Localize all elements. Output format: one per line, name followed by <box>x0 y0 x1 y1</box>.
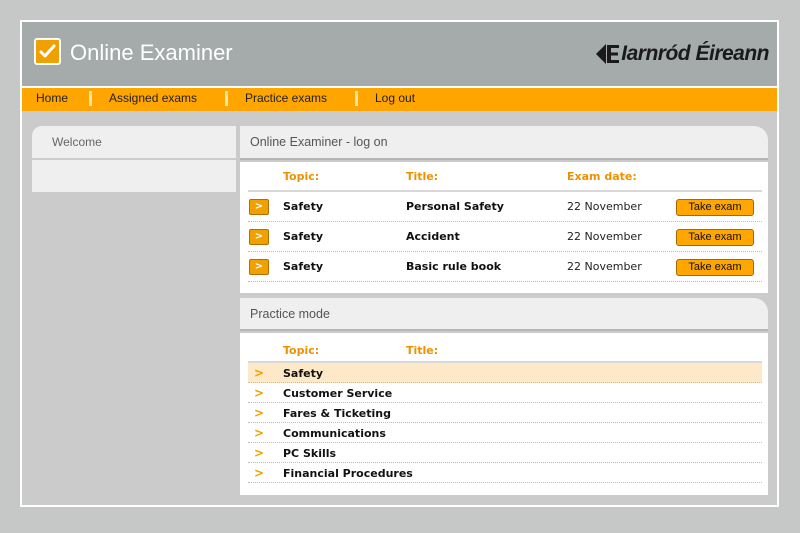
nav-log-out[interactable]: Log out <box>375 91 415 105</box>
practice-topic: Communications <box>283 427 386 440</box>
chevron-right-icon: > <box>254 406 265 420</box>
assigned-panel-header: Online Examiner - log on <box>240 126 768 160</box>
sidebar-welcome: Welcome <box>32 126 236 158</box>
row-date: 22 November <box>567 200 642 213</box>
chevron-right-icon: > <box>254 366 265 380</box>
row-title: Personal Safety <box>406 200 504 213</box>
practice-mode-panel: Topic: Title: > Safety > Customer Servic… <box>240 333 768 495</box>
assigned-table-header: Topic: Title: Exam date: <box>248 162 762 192</box>
col-title: Title: <box>406 170 439 183</box>
take-exam-button[interactable]: Take exam <box>676 199 754 216</box>
col-title: Title: <box>406 344 439 357</box>
practice-topic: Financial Procedures <box>283 467 413 480</box>
nav-separator <box>225 91 228 106</box>
row-title: Basic rule book <box>406 260 502 273</box>
row-date: 22 November <box>567 260 642 273</box>
practice-topic: Fares & Ticketing <box>283 407 391 420</box>
row-topic: Safety <box>283 260 324 273</box>
brand-logo: Iarnród Éireann <box>593 39 769 69</box>
row-date: 22 November <box>567 230 642 243</box>
take-exam-button[interactable]: Take exam <box>676 259 754 276</box>
table-row: > Safety Basic rule book 22 November Tak… <box>248 252 762 282</box>
sidebar-panel <box>32 160 236 192</box>
practice-topic: Customer Service <box>283 387 393 400</box>
row-topic: Safety <box>283 230 324 243</box>
assigned-panel-title: Online Examiner - log on <box>250 135 388 149</box>
chevron-right-icon: > <box>254 466 265 480</box>
practice-panel-header: Practice mode <box>240 298 768 331</box>
nav-home[interactable]: Home <box>36 91 68 105</box>
list-item[interactable]: > Communications <box>248 423 762 443</box>
list-item[interactable]: > Fares & Ticketing <box>248 403 762 423</box>
app-header: Online Examiner Iarnród Éireann <box>22 22 777 86</box>
practice-topic: PC Skills <box>283 447 337 460</box>
nav-separator <box>355 91 358 106</box>
list-item[interactable]: > Customer Service <box>248 383 762 403</box>
take-exam-button[interactable]: Take exam <box>676 229 754 246</box>
app-title: Online Examiner <box>70 40 233 65</box>
brand-name: Iarnród Éireann <box>621 42 769 65</box>
chevron-right-icon: > <box>254 386 265 400</box>
list-item[interactable]: > Safety <box>248 363 762 383</box>
col-topic: Topic: <box>283 170 320 183</box>
list-item[interactable]: > Financial Procedures <box>248 463 762 483</box>
nav-bar: Home Assigned exams Practice exams Log o… <box>22 86 777 111</box>
table-row: > Safety Personal Safety 22 November Tak… <box>248 192 762 222</box>
brand-mark-icon <box>593 41 620 67</box>
row-topic: Safety <box>283 200 324 213</box>
arrow-right-icon[interactable]: > <box>249 229 269 245</box>
chevron-right-icon: > <box>254 446 265 460</box>
table-row: > Safety Accident 22 November Take exam <box>248 222 762 252</box>
col-topic: Topic: <box>283 344 320 357</box>
row-title: Accident <box>406 230 460 243</box>
practice-topic: Safety <box>283 367 324 380</box>
list-item[interactable]: > PC Skills <box>248 443 762 463</box>
practice-table-header: Topic: Title: <box>248 333 762 363</box>
nav-assigned-exams[interactable]: Assigned exams <box>109 91 197 105</box>
arrow-right-icon[interactable]: > <box>249 199 269 215</box>
checkmark-icon <box>34 38 61 65</box>
sidebar-welcome-label: Welcome <box>52 135 102 149</box>
chevron-right-icon: > <box>254 426 265 440</box>
nav-practice-exams[interactable]: Practice exams <box>245 91 327 105</box>
col-exam-date: Exam date: <box>567 170 637 183</box>
arrow-right-icon[interactable]: > <box>249 259 269 275</box>
practice-panel-title: Practice mode <box>250 307 330 321</box>
assigned-exams-panel: Topic: Title: Exam date: > Safety Person… <box>240 162 768 293</box>
app-frame: Online Examiner Iarnród Éireann Home Ass… <box>20 20 779 507</box>
nav-separator <box>89 91 92 106</box>
